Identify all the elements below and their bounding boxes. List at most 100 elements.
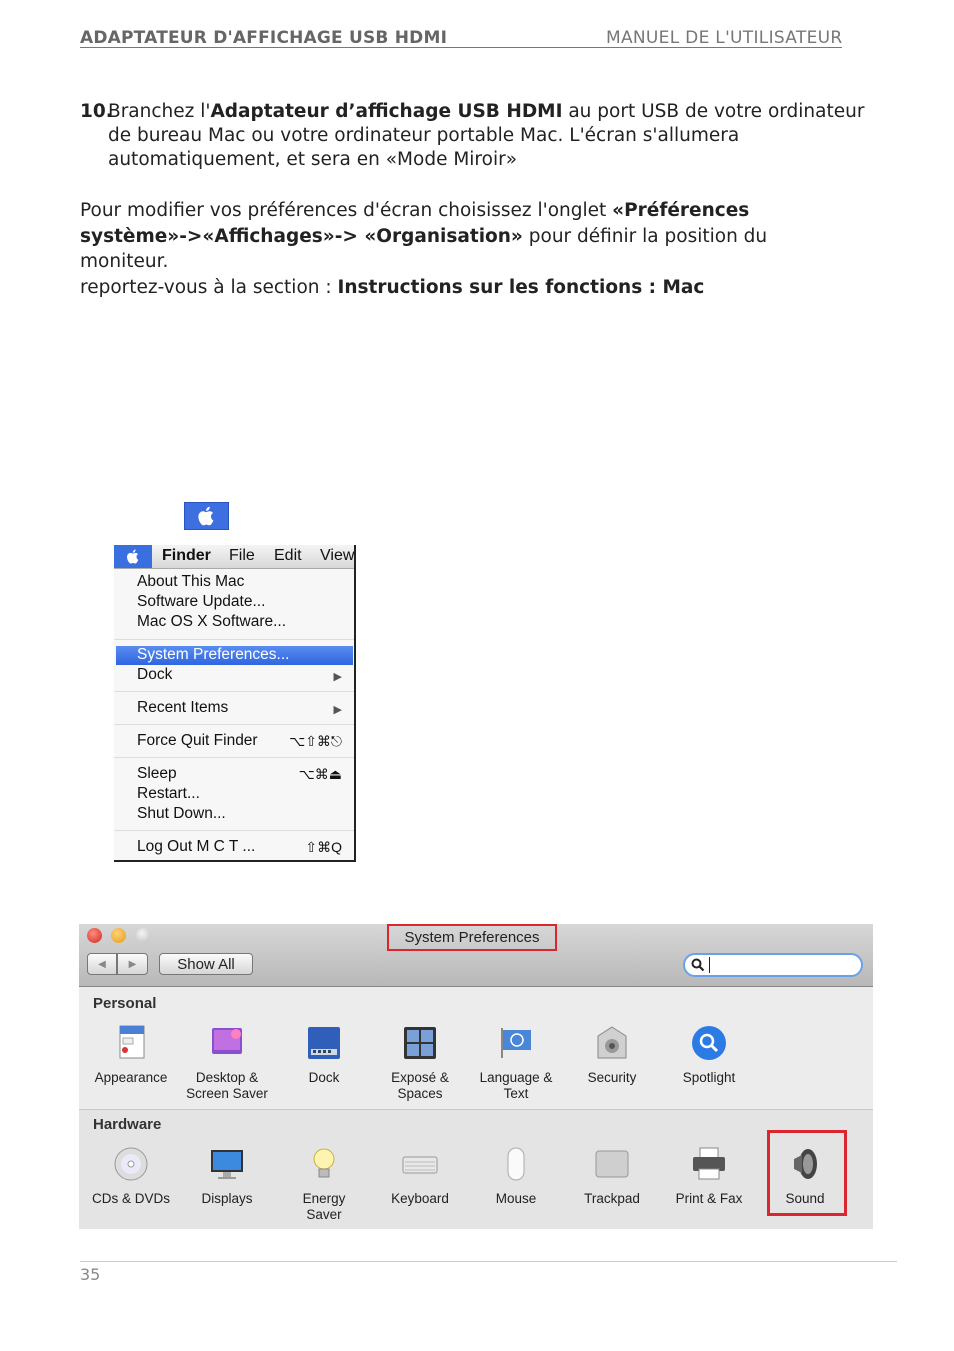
pref-label: Spotlight — [682, 1070, 736, 1085]
zoom-button[interactable] — [136, 928, 151, 943]
menu-item-sleep[interactable]: Sleep — [137, 765, 177, 783]
pref-label: Appearance — [94, 1070, 168, 1085]
pref-desktop-screen-saver[interactable]: Desktop & Screen Saver — [182, 1024, 272, 1102]
cd-icon — [114, 1147, 148, 1181]
pref-label: Saver — [306, 1207, 342, 1222]
pref-label: Displays — [201, 1191, 253, 1206]
trackpad-icon — [595, 1150, 629, 1178]
close-button[interactable] — [87, 928, 102, 943]
pref-mouse[interactable]: Mouse — [471, 1145, 561, 1207]
menu-item-restart[interactable]: Restart... — [137, 785, 200, 803]
menubar-apple[interactable] — [114, 545, 152, 568]
apple-icon — [126, 549, 138, 564]
apple-menu-button[interactable] — [184, 502, 229, 530]
pref-label: Dock — [308, 1070, 340, 1085]
window-title: System Preferences — [387, 924, 557, 951]
menu-item-system-preferences[interactable]: System Preferences... — [137, 646, 289, 664]
menubar-file[interactable]: File — [229, 547, 255, 565]
system-preferences-window: System Preferences ◀ ▶ Show All Personal… — [79, 924, 873, 1229]
pref-displays[interactable]: Displays — [182, 1145, 272, 1207]
pref-expose-spaces[interactable]: Exposé & Spaces — [375, 1024, 465, 1102]
sleep-shortcut: ⌥⌘⏏ — [298, 766, 342, 782]
back-arrow-icon: ◀ — [98, 958, 106, 970]
pref-energy-saver[interactable]: Energy Saver — [279, 1145, 369, 1223]
personal-section: Personal Appearance Desktop & Screen Sav… — [79, 987, 873, 1110]
pref-label: Text — [503, 1086, 529, 1101]
forward-button[interactable]: ▶ — [117, 953, 148, 975]
pref-print-fax[interactable]: Print & Fax — [664, 1145, 754, 1207]
pref-language-text[interactable]: Language & Text — [471, 1024, 561, 1102]
menu-item-dock[interactable]: Dock — [137, 666, 172, 684]
back-button[interactable]: ◀ — [87, 953, 117, 975]
minimize-button[interactable] — [111, 928, 126, 943]
menu-item-software-update[interactable]: Software Update... — [137, 593, 265, 611]
search-field[interactable] — [683, 953, 863, 977]
hardware-title: Hardware — [93, 1116, 162, 1133]
menu-item-force-quit[interactable]: Force Quit Finder — [137, 732, 258, 750]
log-out-shortcut: ⇧⌘Q — [305, 839, 342, 855]
menu-separator — [114, 724, 354, 725]
spotlight-icon — [692, 1026, 726, 1060]
appearance-icon — [119, 1025, 145, 1059]
pref-label: CDs & DVDs — [91, 1191, 170, 1206]
pref-label: Desktop & — [195, 1070, 259, 1085]
menu-item-mac-os-software[interactable]: Mac OS X Software... — [137, 613, 286, 631]
menu-separator — [114, 691, 354, 692]
pref-label: Language & — [479, 1070, 553, 1085]
pref-label: Mouse — [495, 1191, 537, 1206]
menubar-finder[interactable]: Finder — [162, 547, 211, 565]
desktop-icon — [212, 1028, 242, 1054]
pref-dock[interactable]: Dock — [279, 1024, 369, 1086]
pref-label: Print & Fax — [675, 1191, 743, 1206]
header-subtitle: MANUEL DE L'UTILISATEUR — [606, 28, 843, 48]
security-icon — [597, 1026, 627, 1059]
pref-label: Trackpad — [584, 1191, 640, 1206]
pref-security[interactable]: Security — [567, 1024, 657, 1086]
footer-rule — [80, 1261, 897, 1262]
submenu-arrow-icon: ▶ — [333, 671, 342, 683]
menu-bar: Finder File Edit View — [114, 545, 354, 569]
menu-item-about[interactable]: About This Mac — [137, 573, 244, 591]
pref-label: Keyboard — [391, 1191, 449, 1206]
pref-label: Screen Saver — [186, 1086, 268, 1101]
menu-separator — [114, 830, 354, 831]
menu-item-log-out[interactable]: Log Out M C T ... — [137, 838, 255, 856]
dock-icon — [308, 1027, 340, 1059]
display-icon — [211, 1150, 243, 1179]
pref-trackpad[interactable]: Trackpad — [567, 1145, 657, 1207]
mouse-icon — [507, 1147, 525, 1181]
sound-highlight-box — [767, 1130, 847, 1216]
menubar-edit[interactable]: Edit — [274, 547, 302, 565]
pref-label: Spaces — [397, 1086, 443, 1101]
pref-spotlight[interactable]: Spotlight — [664, 1024, 754, 1086]
printer-icon — [693, 1147, 725, 1180]
pref-label: Exposé & — [391, 1070, 449, 1085]
apple-menu: Finder File Edit View About This Mac Sof… — [114, 545, 356, 862]
step-text: Branchez l'Adaptateur d’affichage USB HD… — [108, 101, 865, 170]
expose-icon — [404, 1027, 436, 1059]
language-icon — [501, 1028, 531, 1058]
menu-item-shut-down[interactable]: Shut Down... — [137, 805, 226, 823]
show-all-button[interactable]: Show All — [159, 953, 253, 975]
header-title: ADAPTATEUR D'AFFICHAGE USB HDMI — [80, 28, 448, 48]
header-rule — [80, 47, 842, 48]
energy-icon — [313, 1148, 335, 1178]
pref-keyboard[interactable]: Keyboard — [375, 1145, 465, 1207]
personal-title: Personal — [93, 995, 157, 1012]
keyboard-icon — [402, 1156, 438, 1174]
page-number: 35 — [80, 1265, 101, 1284]
pref-cds-dvds[interactable]: CDs & DVDs — [86, 1145, 176, 1207]
window-toolbar: System Preferences ◀ ▶ Show All — [79, 924, 873, 987]
submenu-arrow-icon: ▶ — [333, 704, 342, 716]
menubar-view[interactable]: View — [320, 547, 354, 565]
forward-arrow-icon: ▶ — [128, 958, 137, 970]
menu-item-recent-items[interactable]: Recent Items — [137, 699, 228, 717]
hardware-section: Hardware CDs & DVDs Displays Energy Save… — [79, 1110, 873, 1229]
menu-separator — [114, 757, 354, 758]
apple-icon — [197, 506, 213, 526]
pref-label: Energy — [302, 1191, 346, 1206]
pref-appearance[interactable]: Appearance — [86, 1024, 176, 1086]
search-input[interactable] — [709, 957, 710, 973]
force-quit-shortcut: ⌥⇧⌘⎋ — [289, 733, 342, 749]
search-icon — [691, 958, 705, 972]
